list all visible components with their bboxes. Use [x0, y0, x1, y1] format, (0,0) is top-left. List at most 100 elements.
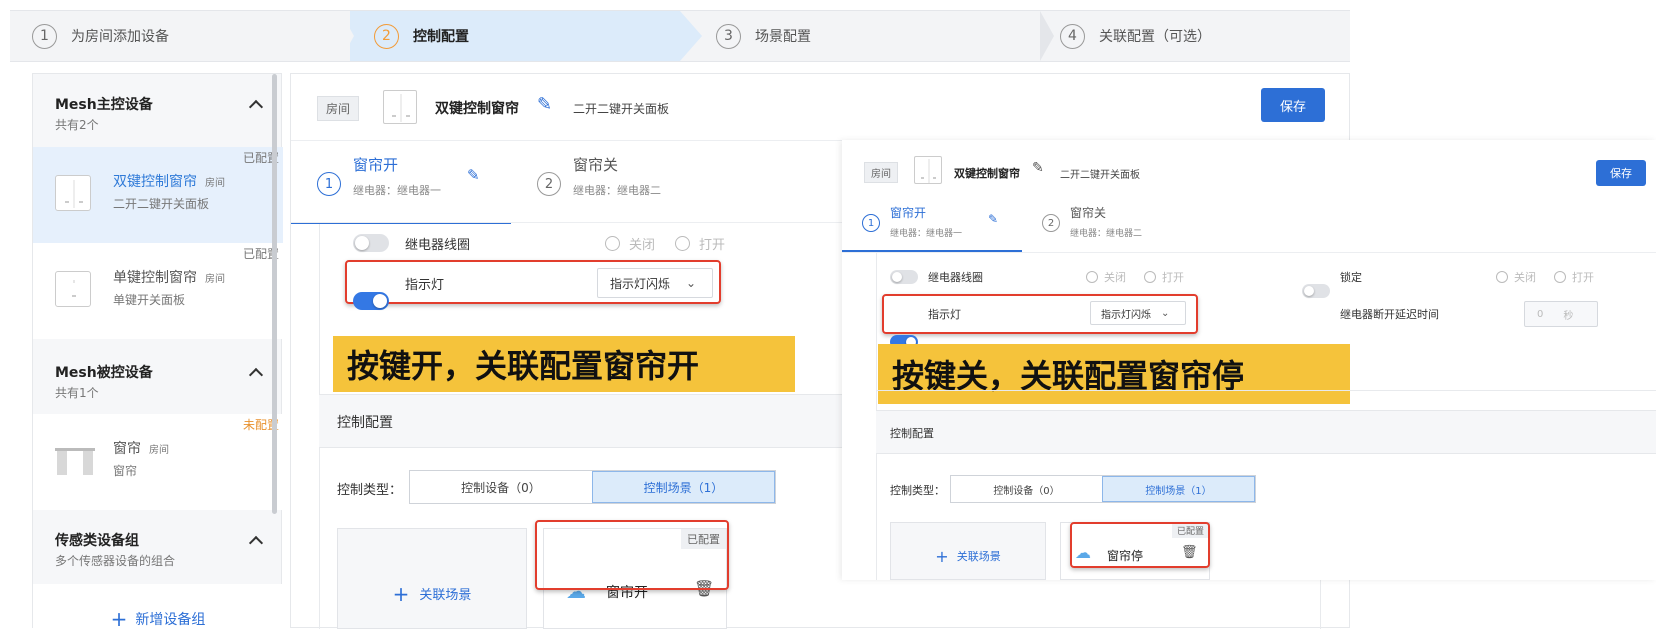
tab-number: 1 [862, 214, 880, 232]
save-button[interactable]: 保存 [1596, 160, 1646, 186]
step-label: 关联配置（可选） [1099, 29, 1211, 45]
room-tag: 房间 [317, 96, 360, 121]
tab-title: 窗帘关 [1070, 206, 1107, 220]
indicator-toggle[interactable] [353, 292, 389, 310]
radio-off[interactable] [605, 236, 620, 251]
edit-icon[interactable]: ✎ [1032, 160, 1044, 176]
radio-on[interactable] [675, 236, 690, 251]
add-group-button[interactable]: + 新增设备组 [33, 584, 283, 629]
relay-coil-label: 继电器线圈 [928, 271, 983, 284]
room-tag: 房间 [205, 178, 225, 189]
edit-icon[interactable]: ✎ [467, 166, 480, 184]
lock-radio-off-label: 关闭 [1514, 271, 1536, 284]
radio-off-label: 关闭 [629, 238, 656, 253]
group-count: 多个传感器设备的组合 [55, 554, 176, 568]
step-1[interactable]: 1 为房间添加设备 [32, 11, 169, 61]
lock-radio-on[interactable] [1554, 271, 1566, 283]
annotation-banner: 按键关，关联配置窗帘停 [878, 344, 1350, 404]
group-title: 传感类设备组 [55, 533, 139, 549]
group-mesh-master[interactable]: Mesh主控设备 共有2个 [33, 94, 283, 133]
radio-on-label: 打开 [699, 238, 726, 253]
tab-subtitle: 继电器：继电器二 [1070, 229, 1143, 239]
option-control-scene[interactable]: 控制场景（1） [592, 471, 775, 503]
relay-coil-toggle[interactable] [890, 270, 918, 284]
curtain-icon [55, 442, 95, 478]
switch-panel-icon [914, 156, 942, 184]
device-name: 双键控制窗帘 [954, 167, 1020, 180]
relay-coil-toggle[interactable] [353, 234, 389, 252]
device-name: 双键控制窗帘 [113, 174, 197, 190]
tab-curtain-close[interactable]: 2 窗帘关 继电器：继电器二 [537, 154, 757, 224]
tab-curtain-close[interactable]: 2 窗帘关 继电器：继电器二 [1042, 202, 1222, 252]
divider [876, 390, 1656, 391]
device-type: 单键开关面板 [113, 293, 186, 307]
tab-title: 窗帘开 [890, 206, 927, 220]
scene-highlight [1070, 522, 1210, 568]
divider [842, 252, 1656, 253]
edit-icon[interactable]: ✎ [988, 212, 998, 226]
step-2[interactable]: 2 控制配置 [350, 11, 680, 61]
device-name: 单键控制窗帘 [113, 270, 197, 286]
lock-radio-on-label: 打开 [1572, 271, 1594, 284]
plus-icon: + [110, 607, 128, 629]
delay-value: 0 [1537, 308, 1544, 320]
indicator-mode-select[interactable]: 指示灯闪烁 ⌄ [597, 268, 713, 298]
control-type-switch[interactable]: 控制设备（0） 控制场景（1） [950, 475, 1256, 503]
sidebar-scrollbar[interactable] [272, 74, 277, 514]
overlay-panel: 房间 双键控制窗帘 ✎ 二开二键开关面板 保存 1 窗帘开 继电器：继电器一 ✎… [842, 140, 1656, 580]
add-scene-label: 关联场景 [956, 550, 1001, 563]
group-title: Mesh主控设备 [55, 97, 153, 113]
chevron-down-icon: ⌄ [686, 276, 697, 290]
device-type: 二开二键开关面板 [113, 197, 210, 211]
tab-title: 窗帘开 [353, 156, 399, 174]
step-arrow [1040, 11, 1054, 61]
switch-panel-icon [383, 90, 417, 124]
lock-toggle[interactable] [1302, 284, 1330, 298]
tab-subtitle: 继电器：继电器一 [353, 184, 441, 197]
step-number: 4 [1060, 23, 1085, 49]
scene-highlight [535, 520, 729, 590]
step-3[interactable]: 3 场景配置 [716, 11, 811, 61]
indicator-label: 指示灯 [928, 308, 961, 321]
add-scene-label: 关联场景 [419, 588, 472, 603]
step-label: 控制配置 [413, 29, 469, 45]
device-type: 二开二键开关面板 [573, 102, 670, 116]
option-control-device[interactable]: 控制设备（0） [410, 471, 592, 503]
add-scene-card[interactable]: + 关联场景 [337, 528, 527, 629]
room-tag: 房间 [864, 162, 898, 183]
device-type: 窗帘 [113, 464, 138, 478]
option-control-scene[interactable]: 控制场景（1） [1102, 476, 1255, 502]
device-name: 双键控制窗帘 [435, 101, 519, 117]
radio-on[interactable] [1144, 271, 1156, 283]
lock-radio-off[interactable] [1496, 271, 1508, 283]
indicator-label: 指示灯 [405, 278, 445, 293]
device-item-dual-curtain[interactable]: 已配置 双键控制窗帘 房间 二开二键开关面板 [33, 147, 283, 243]
step-number: 1 [32, 23, 57, 49]
tab-title: 窗帘关 [573, 156, 619, 174]
device-item-curtain[interactable]: 未配置 窗帘 房间 窗帘 [33, 414, 283, 510]
edit-icon[interactable]: ✎ [537, 94, 552, 115]
save-button[interactable]: 保存 [1261, 88, 1325, 122]
section-title: 控制配置 [890, 427, 934, 440]
add-scene-card[interactable]: + 关联场景 [890, 522, 1046, 580]
device-name: 窗帘 [113, 441, 141, 457]
radio-on-label: 打开 [1162, 271, 1184, 284]
tab-number: 2 [537, 172, 561, 196]
group-mesh-slave[interactable]: Mesh被控设备 共有1个 [33, 362, 283, 401]
tab-curtain-open[interactable]: 1 窗帘开 继电器：继电器一 ✎ [842, 202, 1022, 252]
chevron-down-icon: ⌄ [1161, 307, 1170, 319]
step-label: 为房间添加设备 [71, 29, 169, 45]
section-title: 控制配置 [337, 415, 393, 431]
delay-input[interactable]: 0 秒 [1524, 301, 1598, 327]
group-sensor[interactable]: 传感类设备组 多个传感器设备的组合 [33, 530, 283, 569]
radio-off[interactable] [1086, 271, 1098, 283]
control-type-switch[interactable]: 控制设备（0） 控制场景（1） [409, 470, 776, 504]
option-control-device[interactable]: 控制设备（0） [951, 476, 1102, 502]
indicator-mode-value: 指示灯闪烁 [1101, 309, 1151, 321]
device-item-single-curtain[interactable]: 已配置 单键控制窗帘 房间 单键开关面板 [33, 243, 283, 339]
tab-curtain-open[interactable]: 1 窗帘开 继电器：继电器一 ✎ [291, 154, 511, 224]
indicator-mode-select[interactable]: 指示灯闪烁 ⌄ [1090, 301, 1186, 325]
group-count: 共有1个 [55, 386, 99, 400]
step-4[interactable]: 4 关联配置（可选） [1060, 11, 1211, 61]
control-config-header: 控制配置 [876, 410, 1656, 454]
